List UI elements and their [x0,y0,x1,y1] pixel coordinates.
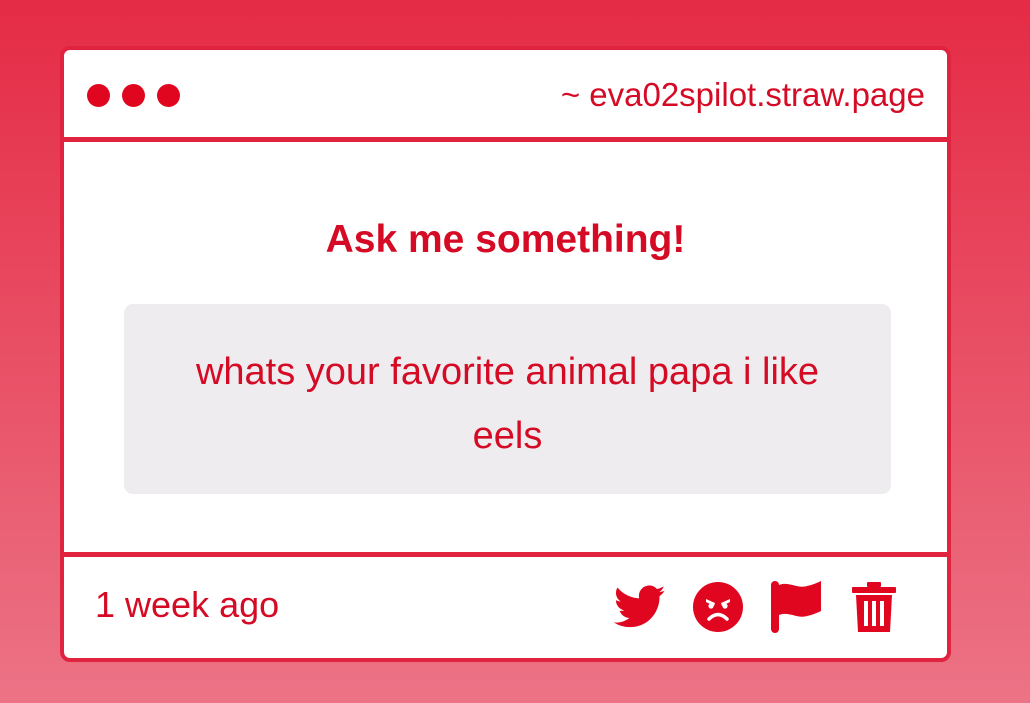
question-box: whats your favorite animal papa i like e… [124,304,891,494]
question-text: whats your favorite animal papa i like e… [195,351,820,457]
twitter-icon [614,585,666,628]
angry-face-icon [693,582,743,632]
window-controls [87,84,180,107]
window-dot-3 [157,84,180,107]
flag-icon [771,581,821,633]
block-button[interactable] [691,580,745,634]
page-url[interactable]: ~ eva02spilot.straw.page [561,76,925,114]
share-twitter-button[interactable] [613,580,667,634]
card-body: Ask me something! whats your favorite an… [64,142,947,556]
card-footer: 1 week ago [64,552,947,658]
action-bar [613,580,901,634]
report-button[interactable] [769,580,823,634]
window-titlebar: ~ eva02spilot.straw.page [64,50,947,142]
page-title: Ask me something! [325,218,686,261]
window-dot-1 [87,84,110,107]
delete-button[interactable] [847,580,901,634]
trash-icon [852,582,896,632]
timestamp: 1 week ago [95,584,280,625]
question-card: ~ eva02spilot.straw.page Ask me somethin… [60,46,951,662]
window-dot-2 [122,84,145,107]
